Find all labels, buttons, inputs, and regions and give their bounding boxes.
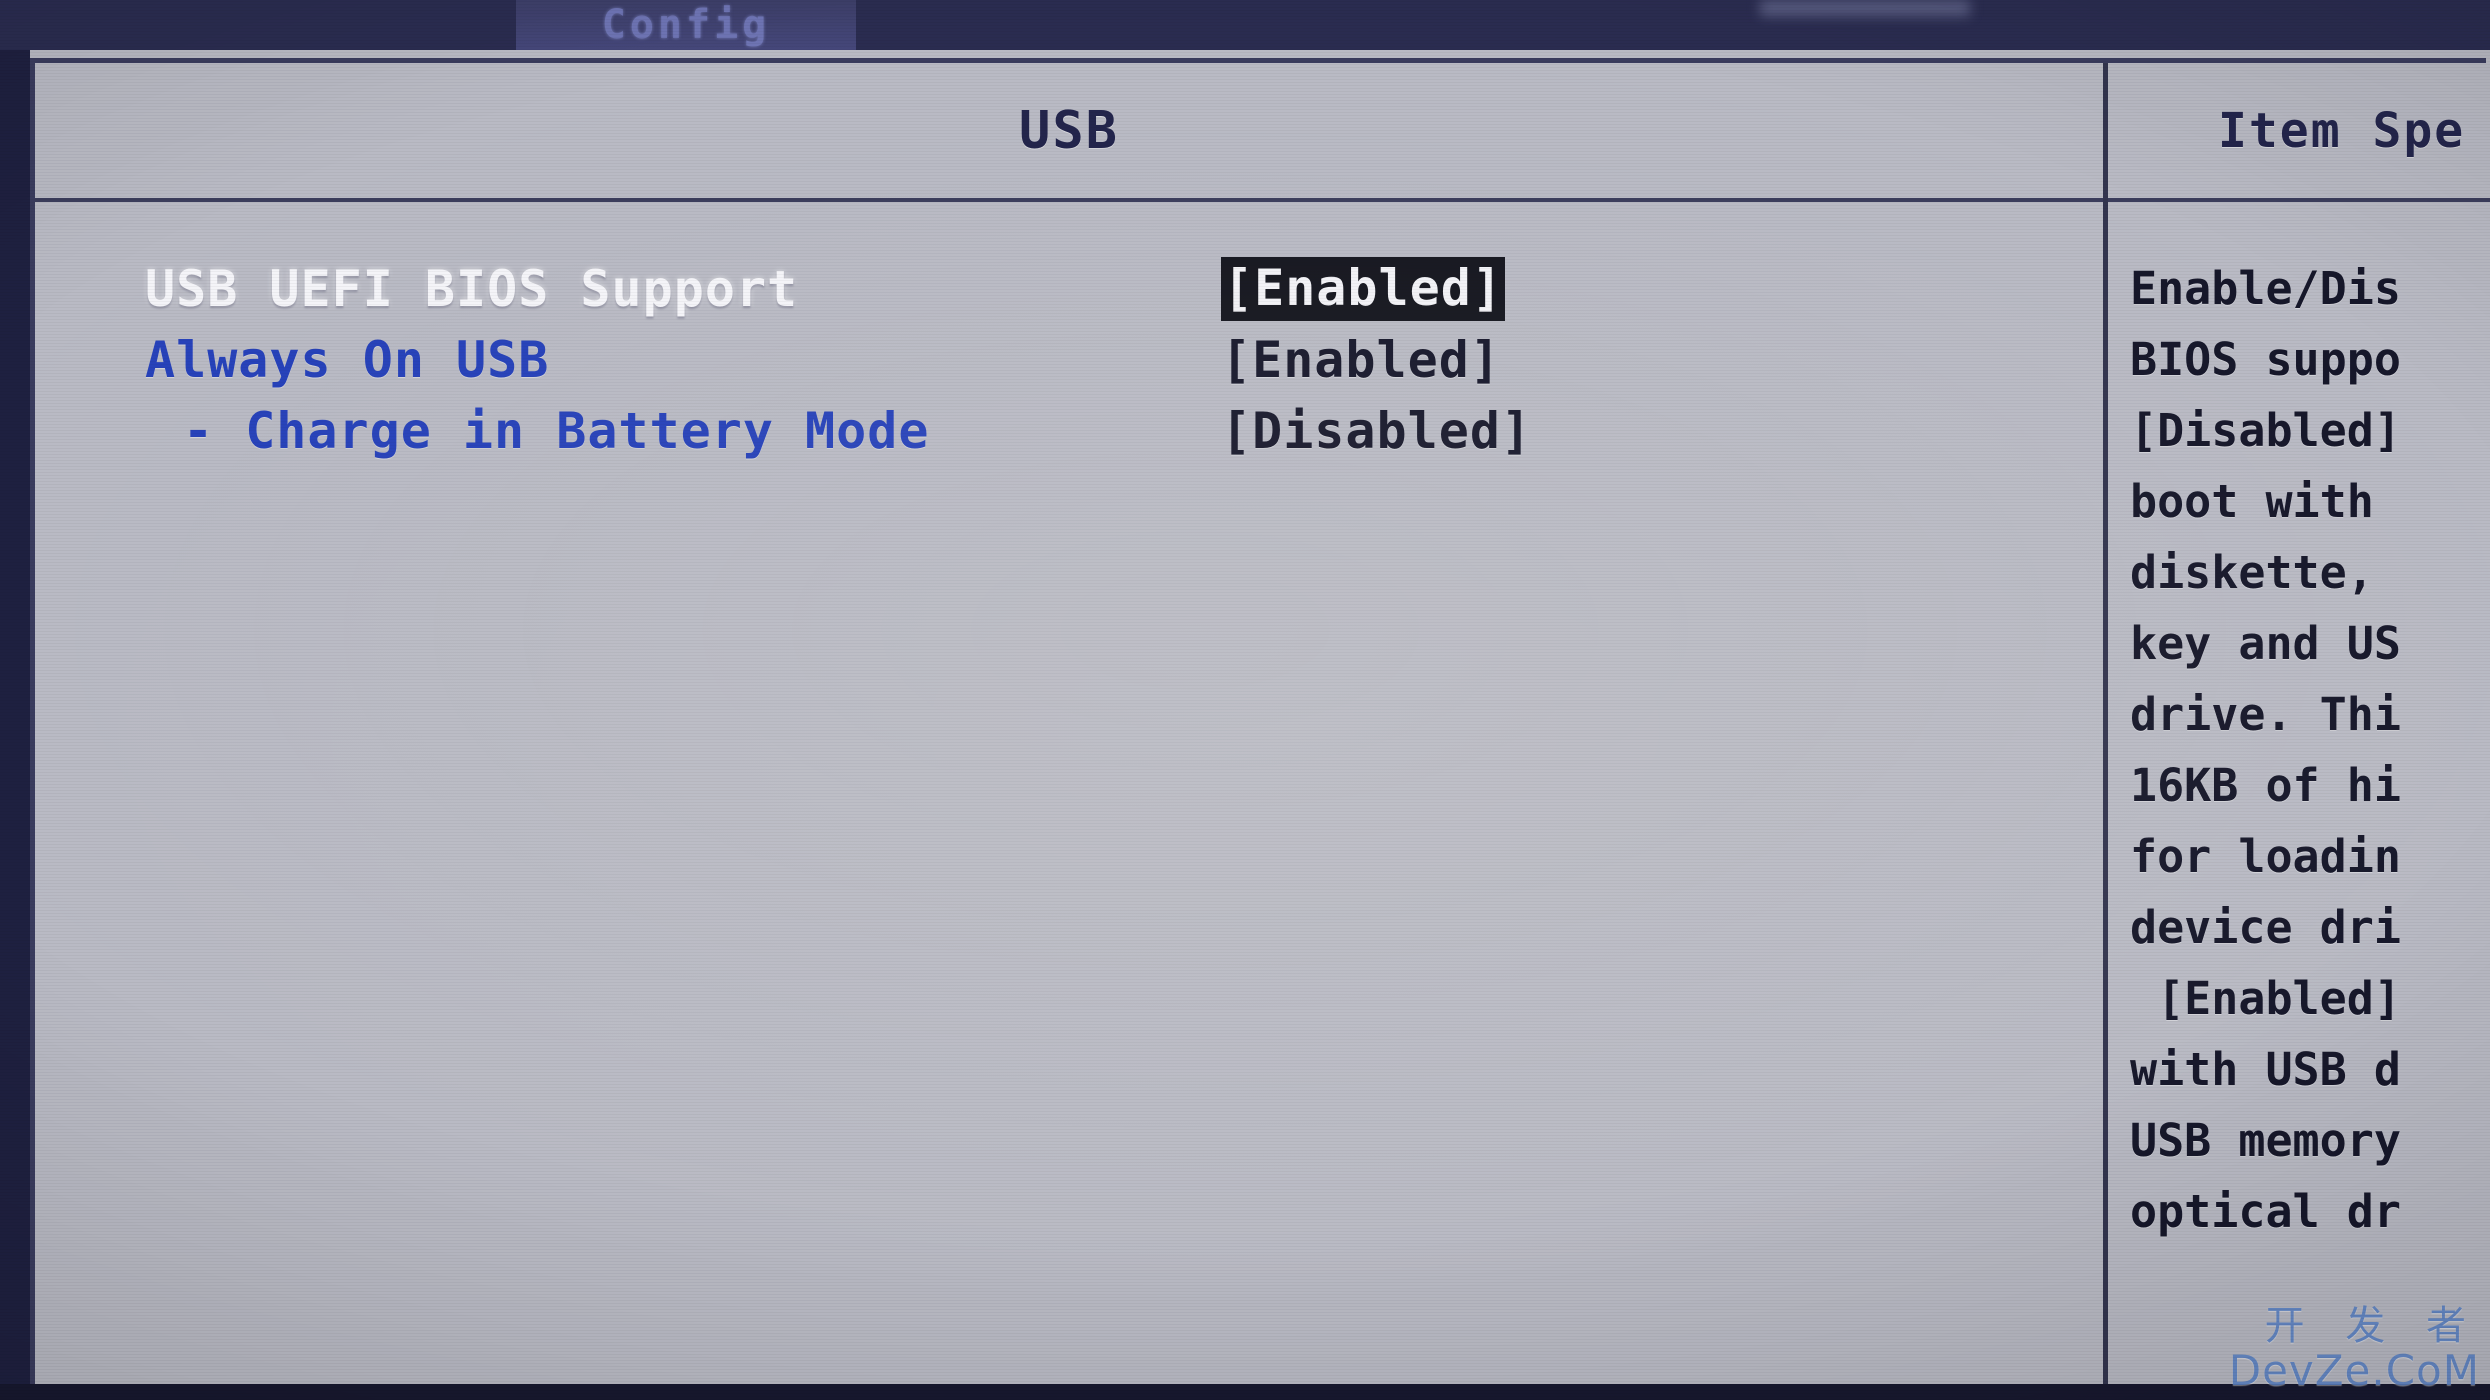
help-line: for loadin bbox=[2130, 830, 2401, 883]
setting-value-charge-in-battery-mode[interactable]: [Disabled] bbox=[1221, 406, 1532, 456]
menu-bar: Config bbox=[0, 0, 2490, 50]
setting-row-charge-in-battery-mode[interactable]: - Charge in Battery Mode [Disabled] bbox=[35, 395, 2103, 466]
setting-label: USB UEFI BIOS Support bbox=[145, 259, 799, 318]
watermark-en: DevZe.CoM bbox=[2228, 1346, 2480, 1395]
main-panel: USB USB UEFI BIOS Support [Enabled] Alwa… bbox=[35, 63, 2103, 1384]
setup-content-area: USB USB UEFI BIOS Support [Enabled] Alwa… bbox=[30, 50, 2490, 1384]
setting-value-always-on-usb[interactable]: [Enabled] bbox=[1221, 335, 1501, 385]
bios-setup-screen: Config USB USB UEFI BIOS Support [Enable… bbox=[0, 0, 2490, 1400]
help-text-body: Enable/Dis BIOS suppo [Disabled] boot wi… bbox=[2108, 253, 2490, 1247]
help-line: boot with bbox=[2130, 475, 2374, 528]
help-line: USB memory bbox=[2130, 1114, 2401, 1167]
setting-value-usb-uefi-bios-support[interactable]: [Enabled] bbox=[1221, 256, 1505, 321]
help-line: Enable/Dis bbox=[2130, 262, 2401, 315]
panel-divider bbox=[2103, 63, 2108, 1384]
item-specific-help-panel: Item Spe Enable/Dis BIOS suppo [Disabled… bbox=[2108, 63, 2490, 1384]
help-line: [Enabled] bbox=[2130, 972, 2401, 1025]
menu-bar-glare bbox=[1760, 0, 1970, 16]
help-line: [Disabled] bbox=[2130, 404, 2401, 457]
help-line: diskette, bbox=[2130, 546, 2374, 599]
help-line: with USB d bbox=[2130, 1043, 2401, 1096]
bottom-margin bbox=[0, 1384, 2490, 1400]
help-line: 16KB of hi bbox=[2130, 759, 2401, 812]
page-title: USB bbox=[1019, 100, 1119, 161]
help-panel-title: Item Spe bbox=[2218, 102, 2466, 159]
help-line: device dri bbox=[2130, 901, 2401, 954]
menu-bar-mid-filler bbox=[856, 0, 1726, 50]
setting-row-usb-uefi-bios-support[interactable]: USB UEFI BIOS Support [Enabled] bbox=[35, 253, 2103, 324]
setting-label: - Charge in Battery Mode bbox=[183, 401, 930, 460]
left-margin bbox=[0, 50, 30, 1400]
help-header-rule bbox=[2108, 198, 2490, 202]
menu-bar-left-filler bbox=[0, 0, 516, 50]
setting-row-always-on-usb[interactable]: Always On USB [Enabled] bbox=[35, 324, 2103, 395]
help-line: optical dr bbox=[2130, 1185, 2401, 1238]
setting-label: Always On USB bbox=[145, 330, 550, 389]
help-line: drive. Thi bbox=[2130, 688, 2401, 741]
watermark: 开 发 者 DevZe.CoM bbox=[2229, 1304, 2480, 1394]
main-header-rule bbox=[35, 198, 2103, 202]
tab-config[interactable]: Config bbox=[516, 0, 856, 50]
settings-list: USB UEFI BIOS Support [Enabled] Always O… bbox=[35, 253, 2103, 466]
help-line: BIOS suppo bbox=[2130, 333, 2401, 386]
watermark-cn: 开 发 者 bbox=[2264, 1303, 2480, 1349]
help-line: key and US bbox=[2130, 617, 2401, 670]
